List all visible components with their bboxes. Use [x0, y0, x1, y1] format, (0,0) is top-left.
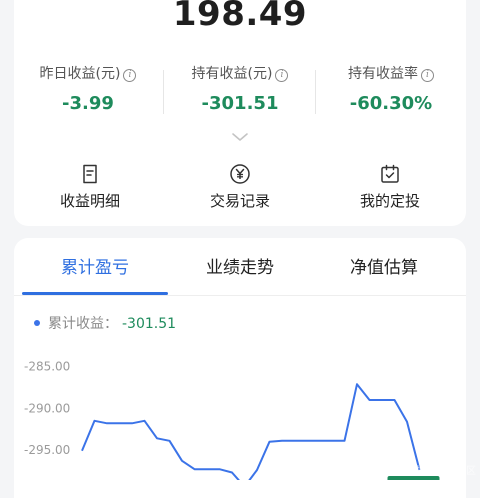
active-tab-indicator	[22, 292, 168, 295]
info-icon[interactable]: i	[421, 69, 434, 82]
stat-holding-return-rate: 持有收益率 i -60.30%	[316, 64, 466, 116]
info-icon[interactable]: i	[123, 69, 137, 82]
cumulative-profit-chart[interactable]: -285.00-290.00-295.00-301.51	[0, 350, 480, 480]
tab-divider	[14, 295, 466, 296]
chart-legend: 累计收益： -301.51	[34, 314, 176, 334]
action-label: 交易记录	[209, 192, 270, 210]
info-icon[interactable]: i	[275, 69, 289, 82]
stat-divider	[163, 70, 164, 114]
cumulative-profit-line	[81, 383, 421, 480]
stat-value: -301.51	[201, 93, 279, 114]
profit-details-button[interactable]: 收益明细	[15, 162, 165, 212]
action-label: 收益明细	[59, 192, 120, 210]
trade-records-button[interactable]: 交易记录	[165, 162, 315, 212]
my-auto-invest-button[interactable]: 我的定投	[315, 162, 465, 212]
chevron-down-icon[interactable]	[230, 130, 250, 144]
legend-value: -301.51	[122, 316, 177, 332]
action-label: 我的定投	[359, 192, 420, 210]
legend-label: 累计收益：	[48, 316, 118, 332]
stat-value: -3.99	[62, 93, 114, 114]
legend-dot	[34, 320, 40, 326]
calendar-check-icon	[381, 164, 399, 183]
stat-holding-profit: 持有收益(元) i -301.51	[165, 64, 315, 116]
stat-label: 持有收益率	[348, 66, 418, 82]
y-tick-label: -290.00	[24, 401, 70, 415]
stat-yesterday-profit: 昨日收益(元) i -3.99	[13, 64, 163, 116]
watermark: @稀土掘金技术社区	[386, 466, 476, 477]
stat-label: 持有收益(元)	[191, 66, 273, 82]
y-tick-label: -295.00	[24, 443, 70, 457]
stat-label: 昨日收益(元)	[39, 66, 121, 82]
holding-amount: 198.49	[172, 0, 308, 34]
y-tick-label: -285.00	[24, 360, 70, 374]
tab-cumulative-profit[interactable]: 累计盈亏	[20, 256, 170, 280]
tab-performance-trend[interactable]: 业绩走势	[165, 256, 315, 280]
yen-circle-icon	[230, 164, 250, 184]
receipt-icon	[83, 164, 97, 184]
stat-value: -60.30%	[349, 93, 433, 114]
tab-nav-estimate[interactable]: 净值估算	[309, 256, 459, 280]
